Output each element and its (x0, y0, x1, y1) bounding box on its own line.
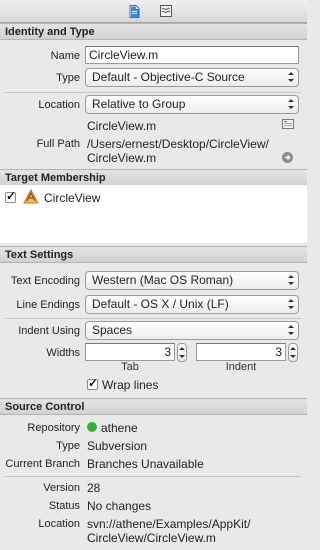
text-encoding-value: Western (Mac OS Roman) (92, 273, 234, 287)
relative-path: CircleView.m (87, 119, 157, 133)
name-label: Name (50, 50, 80, 62)
quick-help-icon[interactable] (159, 4, 173, 18)
line-endings-value: Default - OS X / Unix (LF) (92, 297, 229, 311)
widths-label: Widths (46, 347, 80, 359)
name-field[interactable]: CircleView.m (85, 46, 299, 64)
indent-using-popup[interactable]: Spaces (85, 321, 299, 340)
reveal-in-finder-icon[interactable] (282, 152, 293, 163)
repository-label: Repository (27, 422, 80, 434)
divider (5, 92, 301, 93)
sc-location-line1: svn://athene/Examples/AppKit/ (87, 517, 251, 531)
line-endings-popup[interactable]: Default - OS X / Unix (LF) (85, 295, 299, 314)
divider (5, 318, 301, 319)
sc-location-line2: CircleView/CircleView.m (87, 531, 216, 545)
stepper-arrows-icon (290, 347, 296, 358)
target-checkbox[interactable] (5, 189, 16, 203)
indent-width-stepper[interactable] (288, 343, 298, 362)
status-label: Status (48, 500, 80, 512)
repository-value: athene (101, 421, 138, 435)
tab-width-stepper[interactable] (177, 343, 187, 362)
file-inspector-icon[interactable] (127, 4, 141, 18)
current-branch-value: Branches Unavailable (87, 457, 204, 471)
popup-arrows-icon (288, 275, 294, 285)
sc-type-value: Subversion (87, 439, 148, 453)
popup-arrows-icon (288, 99, 294, 109)
indent-width-field[interactable]: 3 (196, 343, 286, 361)
location-popup[interactable]: Relative to Group (85, 95, 299, 114)
tab-sublabel: Tab (121, 361, 139, 373)
inspector-tab-bar (0, 0, 307, 23)
current-branch-label: Current Branch (5, 458, 80, 470)
file-type-popup[interactable]: Default - Objective-C Source (85, 68, 299, 87)
sc-type-label: Type (56, 440, 80, 452)
choose-file-icon[interactable] (282, 118, 294, 130)
indent-using-value: Spaces (92, 323, 133, 337)
identity-type-header: Identity and Type (0, 23, 307, 40)
status-value: No changes (87, 499, 152, 513)
source-control-header: Source Control (0, 398, 307, 415)
type-label: Type (56, 72, 80, 84)
indent-using-label: Indent Using (18, 325, 80, 337)
full-path-line2: CircleView.m (87, 151, 157, 165)
location-label: Location (38, 99, 80, 111)
sc-location-label: Location (38, 518, 80, 530)
indent-sublabel: Indent (225, 361, 257, 373)
version-label: Version (43, 482, 80, 494)
file-type-value: Default - Objective-C Source (92, 70, 245, 84)
popup-arrows-icon (288, 299, 294, 309)
line-endings-label: Line Endings (16, 299, 80, 311)
app-target-icon (23, 188, 39, 205)
divider (5, 476, 301, 477)
text-encoding-label: Text Encoding (10, 275, 80, 287)
wrap-lines-label: Wrap lines (102, 378, 159, 392)
full-path-line1: /Users/ernest/Desktop/CircleView/ (87, 137, 269, 151)
popup-arrows-icon (288, 325, 294, 335)
target-membership-header: Target Membership (0, 169, 307, 186)
wrap-lines-checkbox[interactable] (87, 376, 98, 390)
repository-status-icon (87, 422, 97, 432)
full-path-label: Full Path (36, 138, 80, 150)
location-value: Relative to Group (92, 97, 186, 111)
tab-width-field[interactable]: 3 (85, 343, 175, 361)
text-encoding-popup[interactable]: Western (Mac OS Roman) (85, 271, 299, 290)
version-value: 28 (87, 481, 101, 495)
stepper-arrows-icon (179, 347, 185, 358)
text-settings-header: Text Settings (0, 246, 307, 263)
popup-arrows-icon (288, 72, 294, 82)
target-name: CircleView (44, 191, 101, 205)
